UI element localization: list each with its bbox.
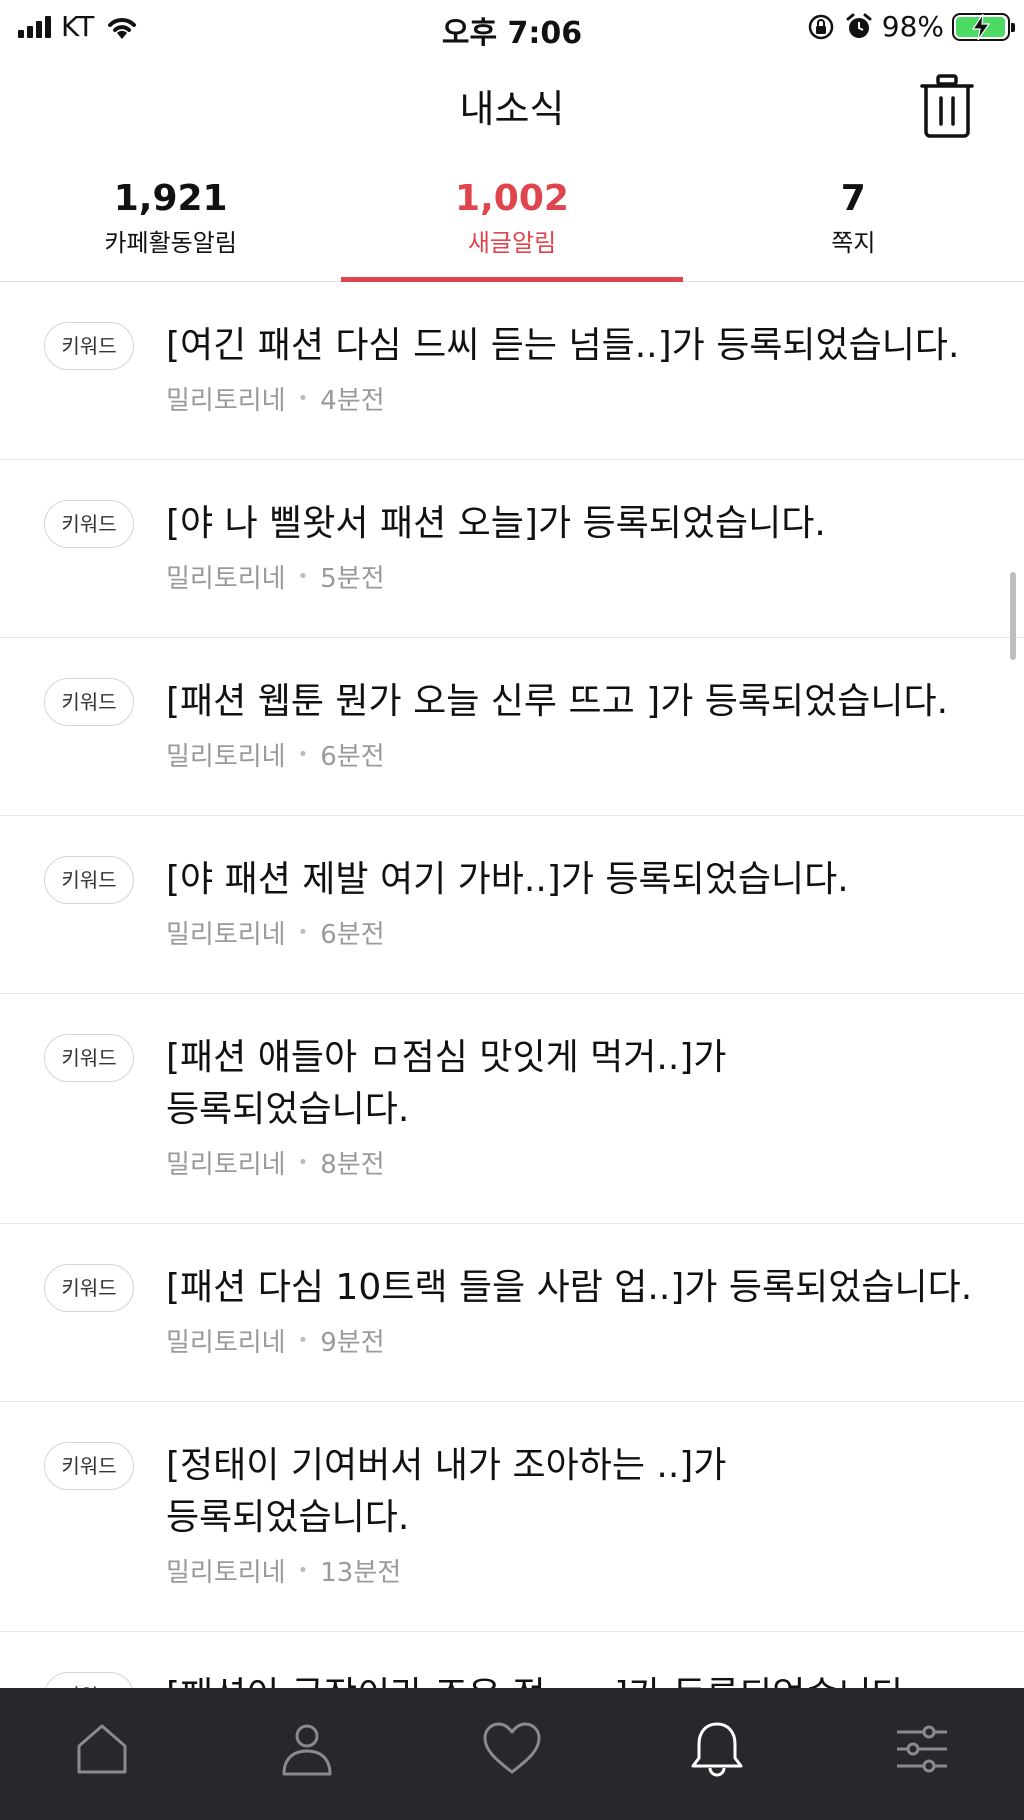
notification-title: [패션 다심 10트랙 들을 사람 업..]가 등록되었습니다. <box>166 1267 973 1308</box>
battery-charging-icon <box>952 12 1015 41</box>
keyword-badge: 키워드 <box>44 1264 134 1312</box>
notification-title: [정태이 기여버서 내가 조아하는 ..]가 등록되었습니다. <box>166 1445 727 1538</box>
keyword-badge: 키워드 <box>44 1442 134 1490</box>
notification-title: [여긴 패션 다심 드씨 듣는 넘들..]가 등록되었습니다. <box>166 325 960 366</box>
settings-sliders-icon <box>896 1725 947 1773</box>
nav-favorites[interactable] <box>410 1688 615 1820</box>
notification-meta: 밀리토리네 • 9분전 <box>166 1322 385 1359</box>
notification-list[interactable]: 키워드 [여긴 패션 다심 드씨 듣는 넘들..]가 등록되었습니다. 밀리토리… <box>0 282 1024 1688</box>
home-icon <box>77 1724 127 1774</box>
tab-count: 1,921 <box>113 178 228 219</box>
cafe-name: 밀리토리네 <box>166 742 286 772</box>
notification-meta: 밀리토리네 • 6분전 <box>166 914 385 951</box>
bolt-icon <box>971 13 991 40</box>
nav-notifications[interactable] <box>614 1688 819 1820</box>
keyword-badge: 키워드 <box>44 322 134 370</box>
nav-profile[interactable] <box>205 1688 410 1820</box>
keyword-badge: 키워드 <box>44 1034 134 1082</box>
time-ago: 4분전 <box>320 386 385 416</box>
tab-new-posts[interactable]: 1,002 새글알림 <box>341 170 683 282</box>
notification-meta: 밀리토리네 • 5분전 <box>166 558 385 595</box>
time-ago: 6분전 <box>320 742 385 772</box>
tab-cafe-activity[interactable]: 1,921 카페활동알림 <box>0 170 341 281</box>
time-ago: 6분전 <box>320 920 385 950</box>
cafe-name: 밀리토리네 <box>166 1150 286 1180</box>
scrollbar[interactable] <box>1010 572 1016 660</box>
tab-label: 쪽지 <box>831 229 876 257</box>
page-title: 내소식 <box>459 87 565 131</box>
screen: KT 오후 7:06 98% 내소식 1,921 카페활동알림 1,002 새글… <box>0 0 1024 1820</box>
list-item[interactable]: 키워드 [패션 웹툰 뭔가 오늘 신루 뜨고 ]가 등록되었습니다. 밀리토리네… <box>0 638 1024 816</box>
battery-percent: 98% <box>881 10 944 43</box>
list-item[interactable]: 키워드 [패션이 극장이라 조은 점......]가 등록되었습니다. <box>0 1632 1024 1688</box>
orientation-lock-icon <box>808 14 834 39</box>
status-bar: KT 오후 7:06 98% <box>0 0 1024 52</box>
cafe-name: 밀리토리네 <box>166 564 286 594</box>
notification-meta: 밀리토리네 • 13분전 <box>166 1552 401 1589</box>
cafe-name: 밀리토리네 <box>166 386 286 416</box>
notification-title: [야 패션 제발 여기 가바..]가 등록되었습니다. <box>166 859 849 900</box>
keyword-badge: 키워드 <box>44 856 134 904</box>
keyword-badge: 키워드 <box>44 678 134 726</box>
heart-icon <box>483 1722 541 1774</box>
list-item[interactable]: 키워드 [정태이 기여버서 내가 조아하는 ..]가 등록되었습니다. 밀리토리… <box>0 1402 1024 1632</box>
notification-tabs: 1,921 카페활동알림 1,002 새글알림 7 쪽지 <box>0 170 1024 282</box>
notification-title: [야 나 삘왓서 패션 오늘]가 등록되었습니다. <box>166 503 826 544</box>
notification-title: [패션 얘들아 ㅁ점심 맛잇게 먹거..]가 등록되었습니다. <box>166 1037 727 1130</box>
notification-title: [패션 웹툰 뭔가 오늘 신루 뜨고 ]가 등록되었습니다. <box>166 681 949 722</box>
alarm-icon <box>846 13 872 38</box>
tab-count: 1,002 <box>455 178 569 219</box>
cafe-name: 밀리토리네 <box>166 920 286 950</box>
notification-meta: 밀리토리네 • 4분전 <box>166 380 385 417</box>
cafe-name: 밀리토리네 <box>166 1558 286 1588</box>
time-ago: 9분전 <box>320 1328 385 1358</box>
list-item[interactable]: 키워드 [여긴 패션 다심 드씨 듣는 넘들..]가 등록되었습니다. 밀리토리… <box>0 282 1024 460</box>
bell-icon <box>691 1722 743 1777</box>
profile-icon <box>282 1724 332 1776</box>
tab-messages[interactable]: 7 쪽지 <box>683 170 1024 281</box>
time-ago: 5분전 <box>320 564 385 594</box>
bottom-nav <box>0 1688 1024 1820</box>
list-item[interactable]: 키워드 [패션 얘들아 ㅁ점심 맛잇게 먹거..]가 등록되었습니다. 밀리토리… <box>0 994 1024 1224</box>
trash-icon[interactable] <box>916 72 978 140</box>
notification-meta: 밀리토리네 • 6분전 <box>166 736 385 773</box>
time-ago: 8분전 <box>320 1150 385 1180</box>
notification-title: [패션이 극장이라 조은 점......]가 등록되었습니다. <box>166 1670 986 1688</box>
header: 내소식 <box>0 60 1024 150</box>
list-item[interactable]: 키워드 [패션 다심 10트랙 들을 사람 업..]가 등록되었습니다. 밀리토… <box>0 1224 1024 1402</box>
list-item[interactable]: 키워드 [야 패션 제발 여기 가바..]가 등록되었습니다. 밀리토리네 • … <box>0 816 1024 994</box>
nav-settings[interactable] <box>819 1688 1024 1820</box>
keyword-badge: 키워드 <box>44 500 134 548</box>
status-bar-right: 98% <box>806 10 1015 43</box>
tab-label: 카페활동알림 <box>104 229 237 257</box>
keyword-badge: 키워드 <box>44 1672 134 1688</box>
time-ago: 13분전 <box>320 1558 402 1588</box>
tab-label: 새글알림 <box>467 229 557 257</box>
notification-meta: 밀리토리네 • 8분전 <box>166 1144 385 1181</box>
list-item[interactable]: 키워드 [야 나 삘왓서 패션 오늘]가 등록되었습니다. 밀리토리네 • 5분… <box>0 460 1024 638</box>
nav-home[interactable] <box>0 1688 205 1820</box>
tab-count: 7 <box>840 178 866 219</box>
cafe-name: 밀리토리네 <box>166 1328 286 1358</box>
